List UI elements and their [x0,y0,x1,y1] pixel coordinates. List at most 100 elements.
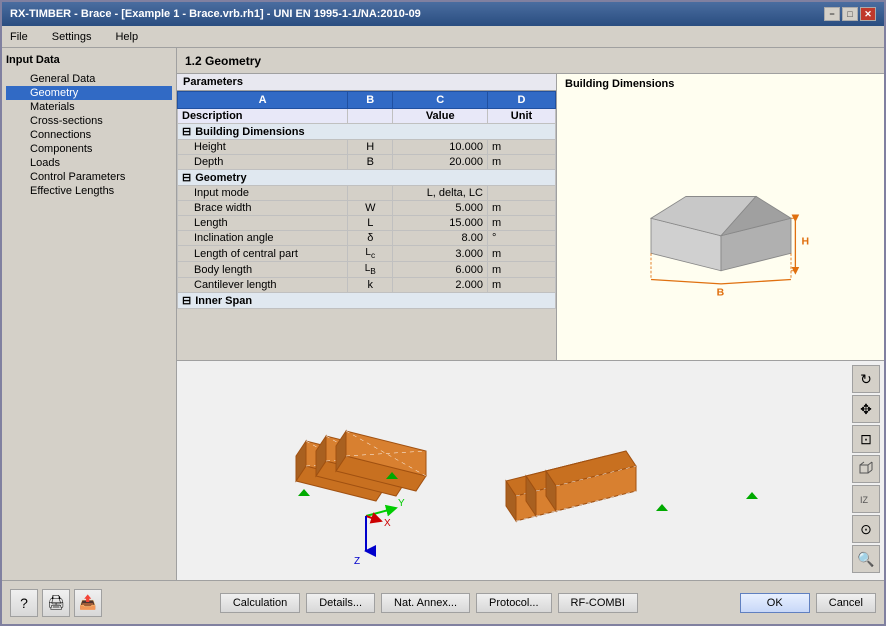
viz-view2-btn[interactable]: IZ [852,485,880,513]
row-height-sym: H [348,140,393,155]
group-inner-span[interactable]: ⊟Inner Span [178,293,556,309]
unit-header: Unit [487,109,555,124]
details-button[interactable]: Details... [306,593,375,613]
row-length-sym: L [348,216,393,231]
table-row: Cantilever length k 2.000 m [178,278,556,293]
rf-combi-button[interactable]: RF-COMBI [558,593,638,613]
row-height-value[interactable]: 10.000 [393,140,488,155]
desc-header: Description [178,109,348,124]
sidebar-item-cross-sections[interactable]: Cross-sections [6,114,172,128]
svg-text:H: H [801,236,809,248]
section-header: 1.2 Geometry [177,48,884,74]
row-bodylength-value[interactable]: 6.000 [393,262,488,278]
sidebar-item-general-data[interactable]: General Data [6,72,172,86]
sidebar: Input Data General Data Geometry Materia… [2,48,177,580]
row-cantilever-value[interactable]: 2.000 [393,278,488,293]
protocol-button[interactable]: Protocol... [476,593,552,613]
sidebar-item-effective-lengths[interactable]: Effective Lengths [6,184,172,198]
row-bracewidth-desc: Brace width [178,201,348,216]
title-controls: − □ ✕ [824,7,876,21]
maximize-button[interactable]: □ [842,7,858,21]
svg-text:IZ: IZ [860,495,869,505]
row-bodylength-unit: m [487,262,555,278]
value-header: Value [393,109,488,124]
table-row: Inclination angle δ 8.00 ° [178,231,556,246]
viz-rotate-btn[interactable]: ↻ [852,365,880,393]
table-row: Depth B 20.000 m [178,155,556,170]
building-dims-panel: Building Dimensions [557,74,884,360]
sidebar-item-connections[interactable]: Connections [6,128,172,142]
col-header-d: D [487,92,555,109]
col-header-a: A [178,92,348,109]
row-inclination-desc: Inclination angle [178,231,348,246]
viz-panel: Y X Z [177,360,884,580]
table-row: Body length LB 6.000 m [178,262,556,278]
main-window: RX-TIMBER - Brace - [Example 1 - Brace.v… [0,0,886,626]
group-label-geometry: ⊟Geometry [178,170,556,186]
row-bracewidth-sym: W [348,201,393,216]
bottom-right-buttons: OK Cancel [740,593,876,613]
svg-text:B: B [716,286,724,297]
right-panel: 1.2 Geometry Parameters [177,48,884,580]
menu-help[interactable]: Help [111,30,142,44]
row-length-desc: Length [178,216,348,231]
sidebar-item-geometry[interactable]: Geometry [6,86,172,100]
ok-button[interactable]: OK [740,593,810,613]
menu-file[interactable]: File [6,30,32,44]
table-row: Brace width W 5.000 m [178,201,556,216]
row-height-desc: Height [178,140,348,155]
row-inclination-unit: ° [487,231,555,246]
cancel-button[interactable]: Cancel [816,593,876,613]
params-header: Parameters [177,74,556,91]
row-depth-sym: B [348,155,393,170]
viz-view1-btn[interactable] [852,455,880,483]
row-length-value[interactable]: 15.000 [393,216,488,231]
row-centralpart-value[interactable]: 3.000 [393,246,488,262]
table-row: Height H 10.000 m [178,140,556,155]
row-cantilever-sym: k [348,278,393,293]
sidebar-item-components[interactable]: Components [6,142,172,156]
print-button[interactable]: 🖨 [42,589,70,617]
export-button[interactable]: 📤 [74,589,102,617]
table-row: Length of central part Lc 3.000 m [178,246,556,262]
row-inputmode-unit [487,186,555,201]
row-depth-unit: m [487,155,555,170]
viz-view3-btn[interactable]: ⊙ [852,515,880,543]
params-data-table: A B C D Description Value Unit [177,91,556,309]
nat-annex-button[interactable]: Nat. Annex... [381,593,470,613]
row-inputmode-sym [348,186,393,201]
row-centralpart-sym: Lc [348,246,393,262]
menu-bar: File Settings Help [2,26,884,48]
close-button[interactable]: ✕ [860,7,876,21]
row-bracewidth-unit: m [487,201,555,216]
table-row: Length L 15.000 m [178,216,556,231]
calculation-button[interactable]: Calculation [220,593,300,613]
row-depth-value[interactable]: 20.000 [393,155,488,170]
col-header-c: C [393,92,488,109]
row-height-unit: m [487,140,555,155]
row-inputmode-value[interactable]: L, delta, LC [393,186,488,201]
minimize-button[interactable]: − [824,7,840,21]
viz-zoom-btn[interactable]: ⊡ [852,425,880,453]
building-dims-image: H B [557,94,884,360]
sym-header [348,109,393,124]
svg-text:Y: Y [398,498,405,509]
sidebar-item-control-parameters[interactable]: Control Parameters [6,170,172,184]
viz-search-btn[interactable]: 🔍 [852,545,880,573]
main-content: Input Data General Data Geometry Materia… [2,48,884,580]
building-diagram: H B [631,157,811,297]
content-area: Parameters A [177,74,884,360]
window-title: RX-TIMBER - Brace - [Example 1 - Brace.v… [10,8,421,20]
viz-pan-btn[interactable]: ✥ [852,395,880,423]
group-geometry[interactable]: ⊟Geometry [178,170,556,186]
sidebar-item-materials[interactable]: Materials [6,100,172,114]
col-header-b: B [348,92,393,109]
sidebar-item-loads[interactable]: Loads [6,156,172,170]
help-button[interactable]: ? [10,589,38,617]
menu-settings[interactable]: Settings [48,30,96,44]
row-centralpart-unit: m [487,246,555,262]
row-inclination-value[interactable]: 8.00 [393,231,488,246]
group-building-dimensions[interactable]: ⊟Building Dimensions [178,124,556,140]
row-cantilever-unit: m [487,278,555,293]
row-bracewidth-value[interactable]: 5.000 [393,201,488,216]
